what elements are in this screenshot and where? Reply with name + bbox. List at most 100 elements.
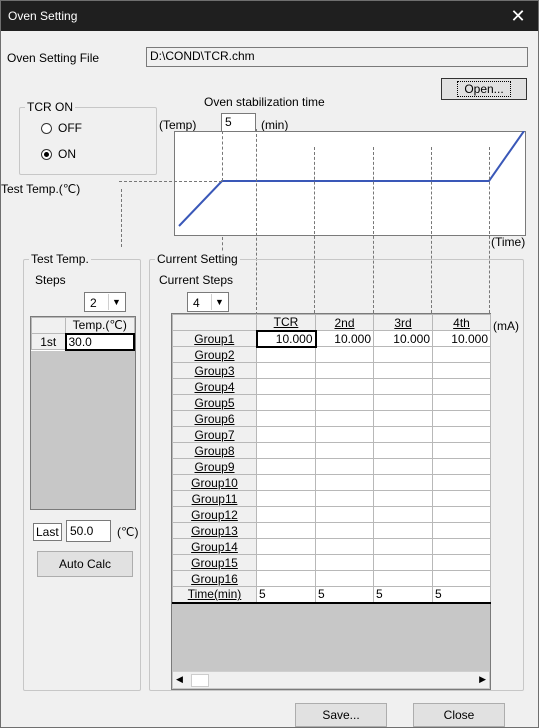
current-cell[interactable] <box>373 538 433 555</box>
group-row-header[interactable]: Group14 <box>172 538 257 555</box>
current-cell[interactable]: 10.000 <box>315 330 374 347</box>
current-cell[interactable] <box>315 426 374 443</box>
temp-cell[interactable]: 30.0 <box>64 332 135 351</box>
current-cell[interactable] <box>373 410 433 427</box>
scroll-left-icon[interactable]: ◀ <box>176 674 183 685</box>
current-cell[interactable] <box>315 442 374 459</box>
column-header-4th[interactable]: 4th <box>432 314 491 331</box>
current-cell[interactable] <box>373 522 433 539</box>
time-cell[interactable]: 5 <box>315 586 374 604</box>
current-cell[interactable] <box>432 442 491 459</box>
current-cell[interactable] <box>315 394 374 411</box>
tcr-off-radio[interactable]: OFF <box>41 121 82 135</box>
group-row-header[interactable]: Group11 <box>172 490 257 507</box>
current-cell[interactable] <box>315 522 374 539</box>
current-cell[interactable] <box>256 490 316 507</box>
current-cell[interactable] <box>256 394 316 411</box>
current-cell[interactable] <box>432 522 491 539</box>
group-row-header[interactable]: Group15 <box>172 554 257 571</box>
current-cell[interactable] <box>373 346 433 363</box>
current-cell[interactable] <box>315 554 374 571</box>
current-cell[interactable] <box>256 474 316 491</box>
auto-calc-button[interactable]: Auto Calc <box>37 551 133 577</box>
group-row-header[interactable]: Group13 <box>172 522 257 539</box>
time-cell[interactable]: 5 <box>432 586 491 604</box>
current-cell[interactable] <box>256 506 316 523</box>
group-row-header[interactable]: Group3 <box>172 362 257 379</box>
current-cell[interactable] <box>315 490 374 507</box>
current-cell[interactable] <box>256 522 316 539</box>
current-cell[interactable] <box>315 570 374 587</box>
group-row-header[interactable]: Group12 <box>172 506 257 523</box>
current-cell[interactable] <box>432 410 491 427</box>
close-window-icon[interactable]: ✕ <box>498 1 538 31</box>
current-cell[interactable] <box>315 506 374 523</box>
current-cell[interactable] <box>432 426 491 443</box>
stabilization-time-input[interactable]: 5 <box>221 113 256 133</box>
current-cell[interactable] <box>432 474 491 491</box>
group-row-header[interactable]: Group6 <box>172 410 257 427</box>
current-cell[interactable]: 10.000 <box>255 329 317 348</box>
current-cell[interactable] <box>315 474 374 491</box>
current-cell[interactable] <box>373 442 433 459</box>
scrollbar-thumb[interactable] <box>191 674 209 687</box>
current-cell[interactable] <box>373 570 433 587</box>
group-row-header[interactable]: Group2 <box>172 346 257 363</box>
tcr-on-radio[interactable]: ON <box>41 147 76 161</box>
current-cell[interactable] <box>373 394 433 411</box>
group-row-header[interactable]: Group10 <box>172 474 257 491</box>
current-cell[interactable] <box>315 538 374 555</box>
current-cell[interactable] <box>432 490 491 507</box>
current-cell[interactable] <box>373 378 433 395</box>
current-cell[interactable] <box>373 362 433 379</box>
group-row-header[interactable]: Group9 <box>172 458 257 475</box>
group-row-header[interactable]: Group4 <box>172 378 257 395</box>
current-cell[interactable] <box>373 506 433 523</box>
scroll-right-icon[interactable]: ▶ <box>479 674 486 685</box>
current-cell[interactable] <box>256 426 316 443</box>
current-cell[interactable] <box>432 346 491 363</box>
current-cell[interactable] <box>315 362 374 379</box>
current-cell[interactable] <box>373 474 433 491</box>
current-cell[interactable] <box>432 362 491 379</box>
current-cell[interactable] <box>432 554 491 571</box>
current-cell[interactable]: 10.000 <box>432 330 491 347</box>
current-cell[interactable] <box>432 378 491 395</box>
current-cell[interactable] <box>315 410 374 427</box>
test-temp-steps-select[interactable]: 2 ▼ <box>84 292 126 312</box>
current-cell[interactable] <box>373 426 433 443</box>
current-cell[interactable] <box>373 554 433 571</box>
current-steps-select[interactable]: 4 ▼ <box>187 292 229 312</box>
last-temp-input[interactable]: 50.0 <box>66 520 111 542</box>
current-cell[interactable] <box>315 378 374 395</box>
time-cell[interactable]: 5 <box>256 586 316 604</box>
group-row-header[interactable]: Group8 <box>172 442 257 459</box>
column-header-tcr[interactable]: TCR <box>256 314 316 331</box>
save-button[interactable]: Save... <box>295 703 387 727</box>
close-button[interactable]: Close <box>413 703 505 727</box>
time-row-header[interactable]: Time(min) <box>172 586 257 604</box>
group-row-header[interactable]: Group5 <box>172 394 257 411</box>
current-cell[interactable] <box>256 346 316 363</box>
current-cell[interactable] <box>315 458 374 475</box>
current-cell[interactable] <box>432 458 491 475</box>
current-cell[interactable] <box>256 378 316 395</box>
current-cell[interactable] <box>373 490 433 507</box>
current-cell[interactable] <box>256 442 316 459</box>
current-cell[interactable]: 10.000 <box>373 330 433 347</box>
time-cell[interactable]: 5 <box>373 586 433 604</box>
group-row-header[interactable]: Group1 <box>172 330 257 347</box>
current-cell[interactable] <box>256 554 316 571</box>
current-cell[interactable] <box>256 458 316 475</box>
current-cell[interactable] <box>256 362 316 379</box>
group-row-header[interactable]: Group16 <box>172 570 257 587</box>
column-header-3rd[interactable]: 3rd <box>373 314 433 331</box>
current-cell[interactable] <box>432 538 491 555</box>
group-row-header[interactable]: Group7 <box>172 426 257 443</box>
current-cell[interactable] <box>432 506 491 523</box>
open-button[interactable]: Open... <box>441 78 527 100</box>
current-cell[interactable] <box>256 570 316 587</box>
current-cell[interactable] <box>432 570 491 587</box>
current-cell[interactable] <box>373 458 433 475</box>
current-cell[interactable] <box>315 346 374 363</box>
